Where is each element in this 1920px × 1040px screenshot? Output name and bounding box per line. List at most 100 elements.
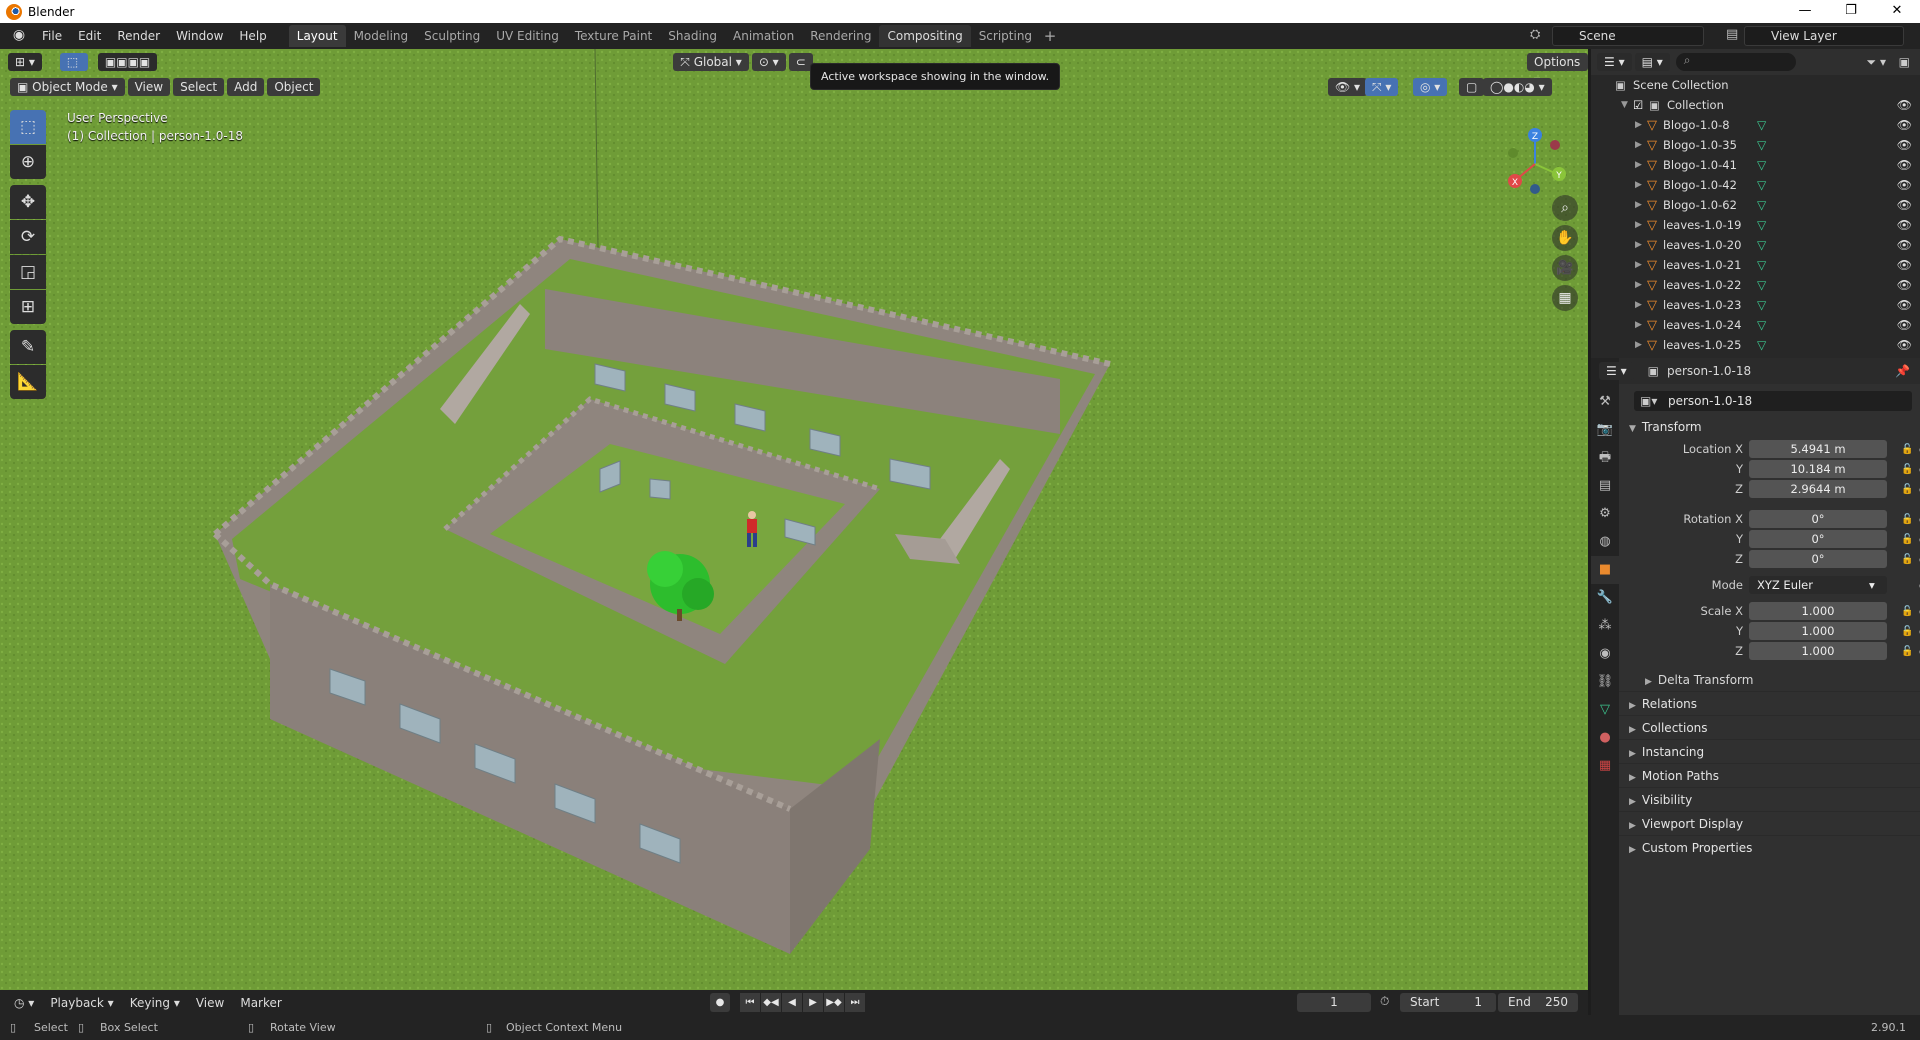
tab-layout[interactable]: Layout: [288, 25, 346, 47]
particles-tab-icon[interactable]: ⁂: [1591, 612, 1619, 640]
data-tab-icon[interactable]: ▽: [1591, 696, 1619, 724]
constraints-tab-icon[interactable]: ⛓: [1591, 668, 1619, 696]
measure-tool-icon[interactable]: 📐: [10, 365, 46, 399]
scene-tab-icon[interactable]: ⚙: [1591, 500, 1619, 528]
outliner-object-row[interactable]: ▶ ▽ Blogo-1.0-35 ▽ 👁: [1591, 135, 1920, 155]
rotation-y-field[interactable]: 0°: [1749, 530, 1887, 548]
outliner-editor-icon[interactable]: ☰ ▾: [1597, 53, 1632, 71]
eye-icon[interactable]: 👁: [1897, 278, 1912, 292]
location-x-field[interactable]: 5.4941 m: [1749, 440, 1887, 458]
lock-icon[interactable]: 🔓: [1901, 484, 1913, 495]
start-frame-field[interactable]: Start 1: [1400, 993, 1496, 1012]
select-mode-icon[interactable]: ⬚: [59, 53, 88, 71]
add-workspace-icon[interactable]: +: [1040, 25, 1060, 47]
expand-arrow-icon[interactable]: ▶: [1635, 340, 1647, 350]
zoom-icon[interactable]: ⌕: [1552, 195, 1578, 221]
current-frame-field[interactable]: 1: [1297, 993, 1371, 1012]
transform-orientation-select[interactable]: ⤧ Global ▾: [673, 53, 749, 71]
menu-add[interactable]: Add: [227, 78, 265, 96]
panel-visibility[interactable]: ▶ Visibility: [1619, 787, 1920, 811]
3d-viewport[interactable]: ⊞ ▾ ⬚ ▣▣▣▣ ⤧ Global ▾ ⊙ ▾ ⊂ Options ▾ ▣ …: [0, 49, 1588, 990]
world-tab-icon[interactable]: ◍: [1591, 528, 1619, 556]
eye-icon[interactable]: 👁: [1897, 138, 1912, 152]
menu-keying[interactable]: Keying ▾: [122, 996, 188, 1010]
play-reverse-icon[interactable]: ◀: [782, 993, 802, 1012]
object-name-field[interactable]: ▣▾ person-1.0-18: [1634, 391, 1912, 411]
tab-shading[interactable]: Shading: [660, 25, 725, 47]
eye-icon[interactable]: 👁: [1897, 98, 1912, 112]
outliner-search-input[interactable]: ⌕: [1675, 53, 1796, 71]
play-icon[interactable]: ▶: [803, 993, 823, 1012]
menu-file[interactable]: File: [34, 25, 70, 47]
object-tab-icon[interactable]: ■: [1591, 556, 1619, 584]
panel-custom-properties[interactable]: ▶ Custom Properties: [1619, 835, 1920, 859]
gizmo-toggle-icon[interactable]: ⤧ ▾: [1365, 78, 1399, 96]
pan-hand-icon[interactable]: ✋: [1552, 225, 1578, 251]
options-button[interactable]: Options ▾: [1527, 53, 1588, 87]
view-layer-selector[interactable]: View Layer: [1744, 26, 1904, 46]
delta-transform-subpanel[interactable]: ▶ Delta Transform: [1619, 669, 1920, 691]
outliner-object-row[interactable]: ▶ ▽ leaves-1.0-23 ▽ 👁: [1591, 295, 1920, 315]
blender-menu-icon[interactable]: ◉: [8, 27, 30, 45]
output-tab-icon[interactable]: 🖶: [1591, 444, 1619, 472]
pivot-point-icon[interactable]: ⊙ ▾: [751, 53, 786, 71]
expand-arrow-icon[interactable]: ▶: [1635, 120, 1647, 130]
lock-icon[interactable]: 🔓: [1901, 444, 1913, 455]
scale-x-field[interactable]: 1.000: [1749, 602, 1887, 620]
mode-select[interactable]: ▣ Object Mode ▾: [10, 78, 125, 96]
panel-relations[interactable]: ▶ Relations: [1619, 691, 1920, 715]
navigation-gizmo[interactable]: Z Y X: [1495, 119, 1575, 199]
eye-icon[interactable]: 👁: [1897, 298, 1912, 312]
outliner-object-row[interactable]: ▶ ▽ Blogo-1.0-41 ▽ 👁: [1591, 155, 1920, 175]
expand-arrow-icon[interactable]: ▶: [1635, 160, 1647, 170]
display-mode-icon[interactable]: ▤ ▾: [1634, 53, 1670, 71]
jump-end-icon[interactable]: ⏭: [845, 993, 865, 1012]
menu-playback[interactable]: Playback ▾: [42, 996, 121, 1010]
visibility-icon[interactable]: 👁 ▾: [1328, 78, 1368, 96]
panel-instancing[interactable]: ▶ Instancing: [1619, 739, 1920, 763]
lock-icon[interactable]: 🔓: [1901, 514, 1913, 525]
tab-modeling[interactable]: Modeling: [346, 25, 417, 47]
outliner-object-row[interactable]: ▶ ▽ leaves-1.0-19 ▽ 👁: [1591, 215, 1920, 235]
scene-selector[interactable]: Scene: [1552, 26, 1704, 46]
eye-icon[interactable]: 👁: [1897, 318, 1912, 332]
transform-tool-icon[interactable]: ⊞: [10, 290, 46, 324]
eye-icon[interactable]: 👁: [1897, 158, 1912, 172]
menu-view[interactable]: View: [127, 78, 171, 96]
move-tool-icon[interactable]: ✥: [10, 185, 46, 219]
prev-keyframe-icon[interactable]: ◆◀: [761, 993, 781, 1012]
expand-arrow-icon[interactable]: ▶: [1635, 300, 1647, 310]
tab-compositing[interactable]: Compositing: [879, 25, 971, 47]
menu-window[interactable]: Window: [168, 25, 231, 47]
panel-viewport-display[interactable]: ▶ Viewport Display: [1619, 811, 1920, 835]
checkbox-icon[interactable]: ☑: [1633, 98, 1649, 112]
collection-row[interactable]: ▼ ☑ ▣ Collection 👁: [1591, 95, 1920, 115]
scene-collection-row[interactable]: ▣ Scene Collection: [1591, 75, 1920, 95]
outliner-object-row[interactable]: ▶ ▽ Blogo-1.0-42 ▽ 👁: [1591, 175, 1920, 195]
texture-tab-icon[interactable]: ▦: [1591, 752, 1619, 780]
expand-arrow-icon[interactable]: ▶: [1635, 220, 1647, 230]
material-tab-icon[interactable]: ●: [1591, 724, 1619, 752]
eye-icon[interactable]: 👁: [1897, 218, 1912, 232]
expand-arrow-icon[interactable]: ▶: [1635, 320, 1647, 330]
next-keyframe-icon[interactable]: ▶◆: [824, 993, 844, 1012]
tab-sculpting[interactable]: Sculpting: [416, 25, 488, 47]
menu-object[interactable]: Object: [267, 78, 321, 96]
tab-uv-editing[interactable]: UV Editing: [488, 25, 567, 47]
lock-icon[interactable]: 🔓: [1901, 464, 1913, 475]
outliner-object-row[interactable]: ▶ ▽ Blogo-1.0-62 ▽ 👁: [1591, 195, 1920, 215]
tool-tab-icon[interactable]: ⚒: [1591, 388, 1619, 416]
rotation-x-field[interactable]: 0°: [1749, 510, 1887, 528]
preview-range-icon[interactable]: ⏱: [1380, 994, 1389, 1009]
outliner-object-row[interactable]: ▶ ▽ leaves-1.0-22 ▽ 👁: [1591, 275, 1920, 295]
rotation-mode-select[interactable]: XYZ Euler ▾: [1749, 576, 1887, 594]
panel-collections[interactable]: ▶ Collections: [1619, 715, 1920, 739]
outliner-object-row[interactable]: ▶ ▽ leaves-1.0-25 ▽ 👁: [1591, 335, 1920, 355]
timeline-editor-icon[interactable]: ◷ ▾: [6, 996, 42, 1010]
tab-animation[interactable]: Animation: [725, 25, 802, 47]
lock-icon[interactable]: 🔓: [1901, 534, 1913, 545]
scale-tool-icon[interactable]: ◲: [10, 255, 46, 289]
view-layer-tab-icon[interactable]: ▤: [1591, 472, 1619, 500]
eye-icon[interactable]: 👁: [1897, 198, 1912, 212]
location-y-field[interactable]: 10.184 m: [1749, 460, 1887, 478]
